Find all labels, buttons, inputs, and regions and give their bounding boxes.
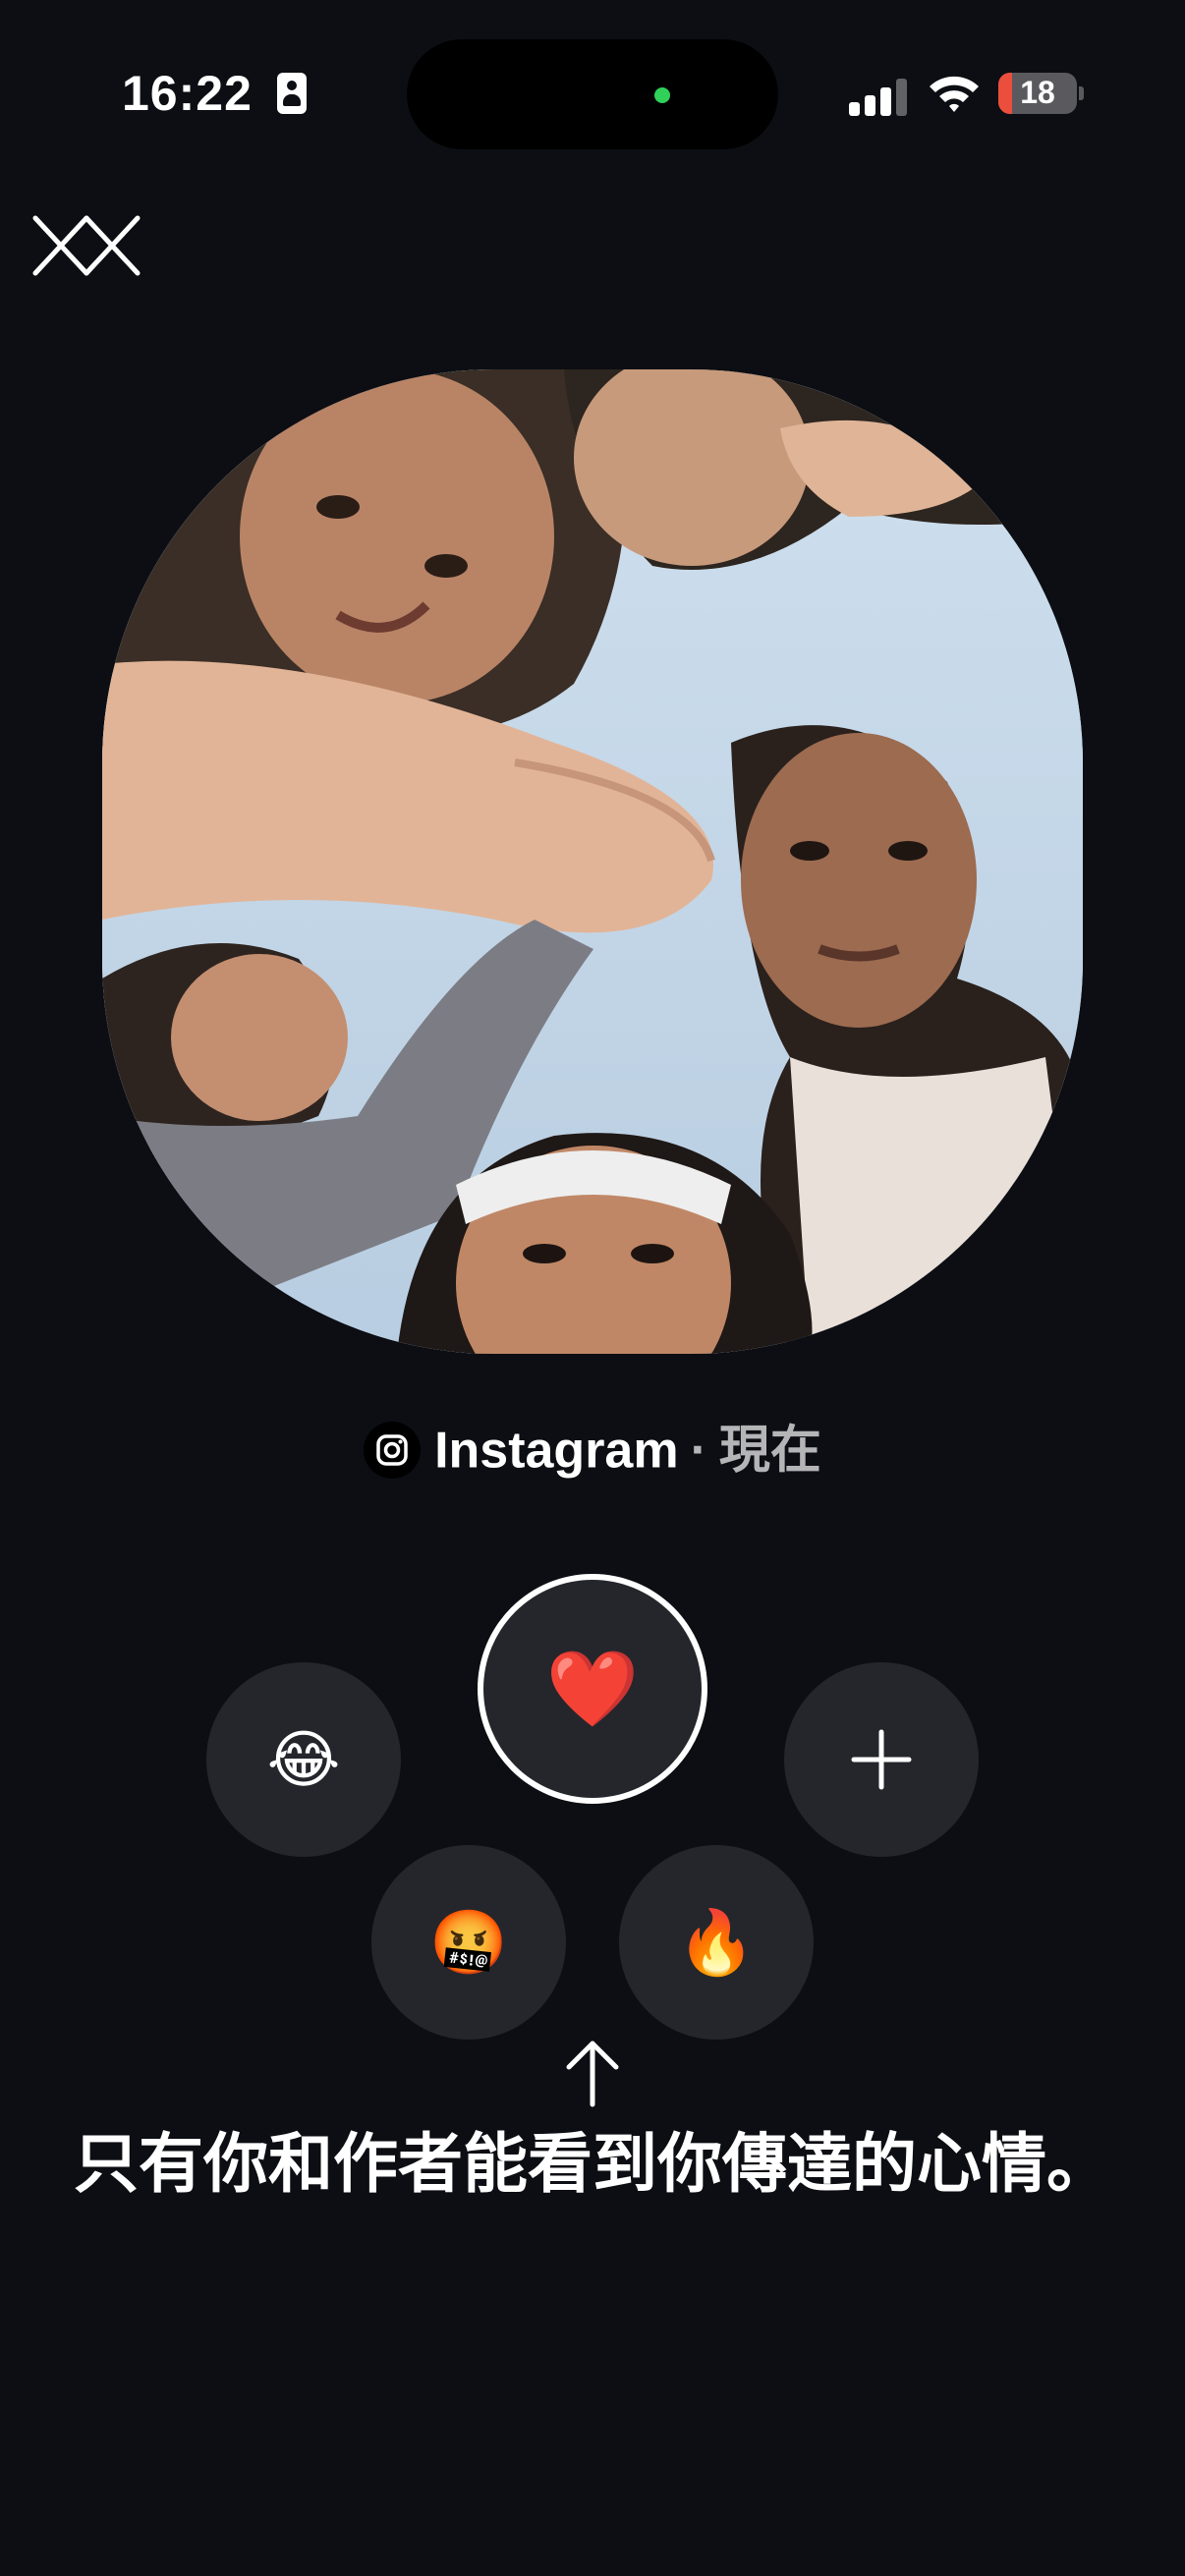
group-photo bbox=[102, 369, 1083, 1354]
id-card-icon bbox=[277, 73, 307, 114]
separator: · bbox=[690, 1422, 707, 1480]
dynamic-island bbox=[407, 39, 778, 149]
post-time: 現在 bbox=[718, 1422, 821, 1480]
reaction-laugh-button[interactable]: 😂 bbox=[206, 1662, 401, 1857]
battery-icon: 18 bbox=[998, 73, 1077, 114]
reaction-fire-button[interactable]: 🔥 bbox=[619, 1845, 814, 2040]
post-image[interactable] bbox=[102, 369, 1083, 1354]
close-button[interactable] bbox=[28, 206, 145, 285]
reaction-angry-button[interactable]: 🤬 bbox=[371, 1845, 566, 2040]
laugh-emoji: 😂 bbox=[266, 1723, 341, 1795]
signal-icon bbox=[849, 79, 908, 116]
source-name[interactable]: Instagram bbox=[434, 1422, 679, 1479]
instagram-icon bbox=[364, 1422, 422, 1480]
battery-level: 18 bbox=[1020, 75, 1055, 110]
arrow-up-icon bbox=[563, 2038, 622, 2108]
battery-cap bbox=[1079, 86, 1084, 100]
wifi-icon bbox=[928, 71, 981, 116]
fire-emoji: 🔥 bbox=[677, 1906, 756, 1978]
privacy-hint: 只有你和作者能看到你傳達的心情。 bbox=[74, 2126, 1111, 2202]
angry-emoji: 🤬 bbox=[429, 1906, 508, 1978]
heart-emoji: ❤️ bbox=[545, 1648, 640, 1731]
plus-icon bbox=[851, 1729, 912, 1790]
add-reaction-button[interactable] bbox=[784, 1662, 979, 1857]
camera-active-dot bbox=[654, 87, 670, 103]
post-source: Instagram · 現在 bbox=[0, 1413, 1185, 1484]
close-icon bbox=[32, 215, 141, 276]
status-time: 16:22 bbox=[122, 66, 253, 121]
reaction-heart-button[interactable]: ❤️ bbox=[483, 1580, 702, 1798]
